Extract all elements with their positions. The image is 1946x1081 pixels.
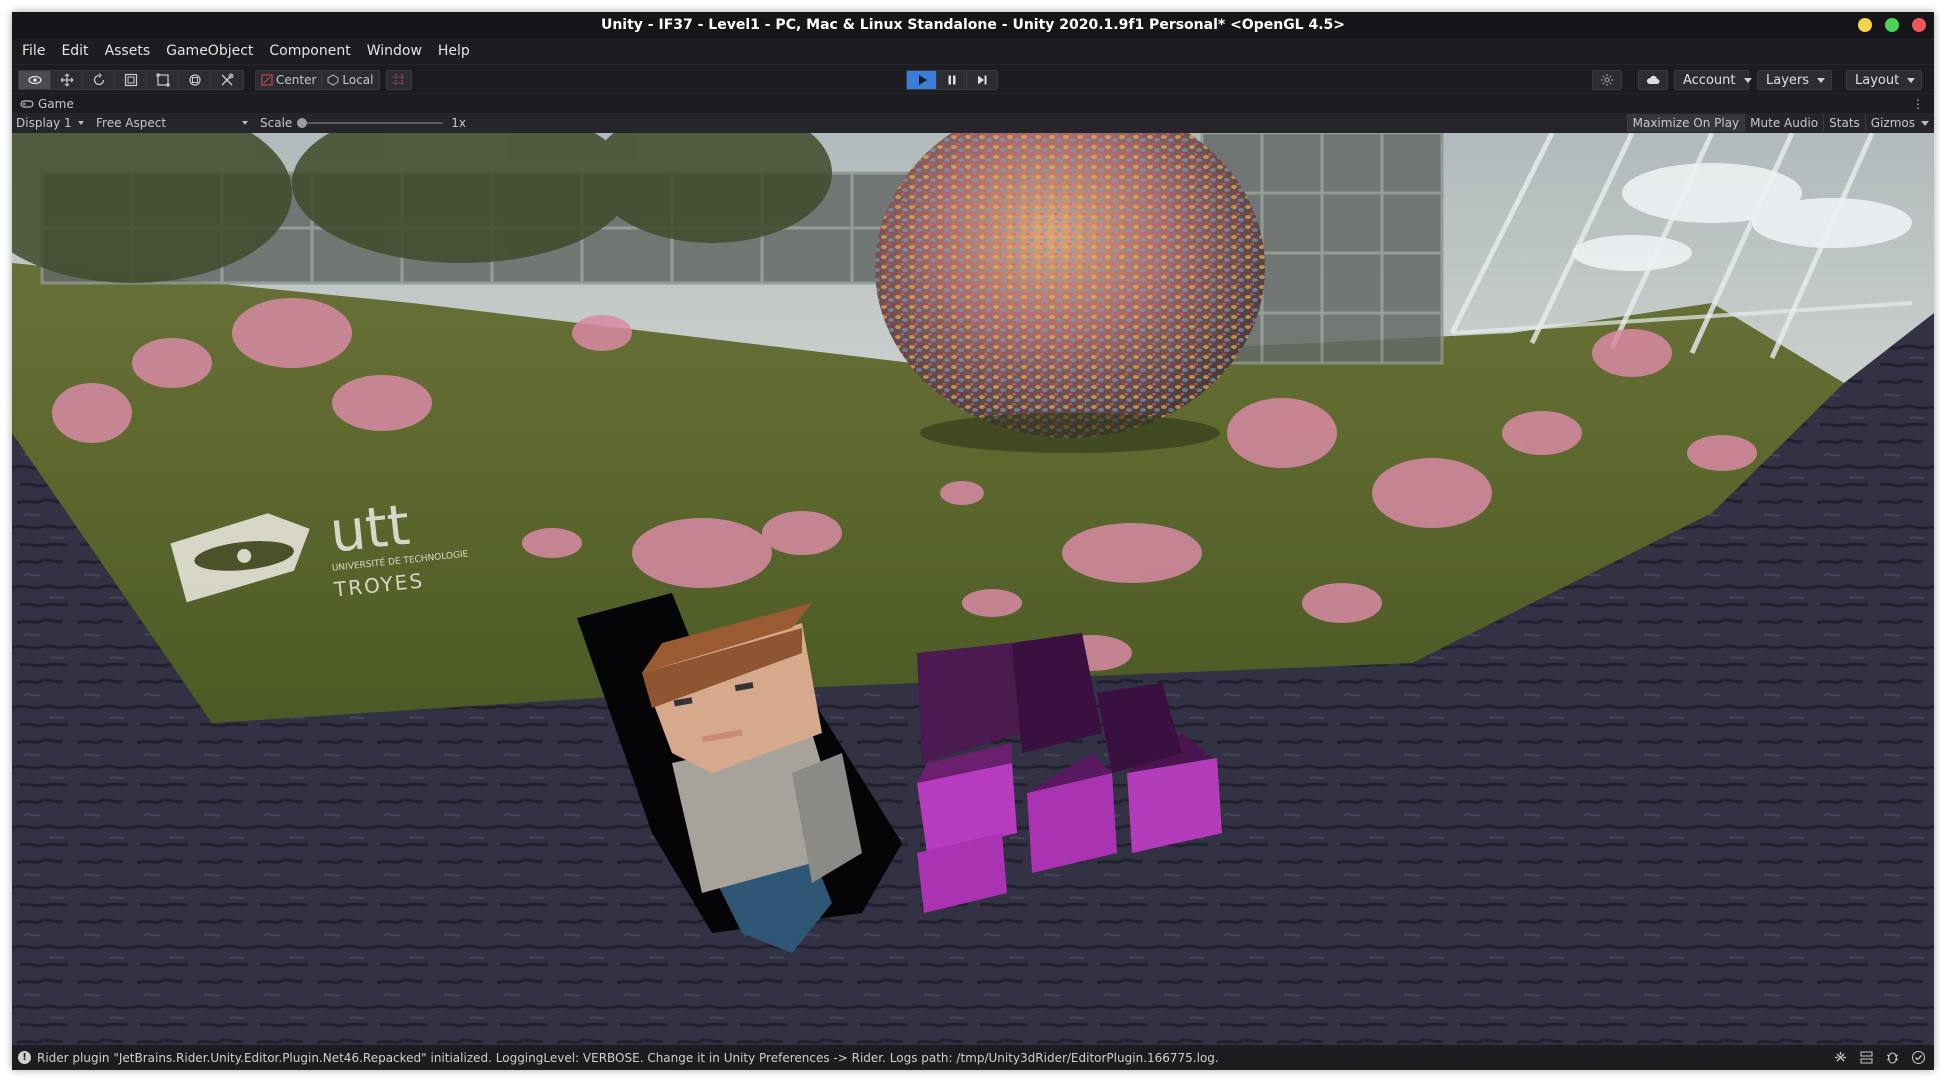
move-icon bbox=[60, 73, 73, 87]
collab-button[interactable] bbox=[1593, 71, 1621, 89]
pivot-space-toggle[interactable]: Local bbox=[322, 71, 378, 89]
status-message[interactable]: Rider plugin "JetBrains.Rider.Unity.Edit… bbox=[37, 1051, 1219, 1065]
space-label: Local bbox=[342, 73, 374, 87]
custom-tool-button[interactable] bbox=[211, 71, 243, 89]
gizmos-dropdown[interactable]: Gizmos bbox=[1864, 114, 1934, 132]
account-label: Account bbox=[1683, 72, 1736, 88]
menu-component[interactable]: Component bbox=[269, 43, 350, 59]
menu-help[interactable]: Help bbox=[438, 43, 470, 59]
cache-server-icon[interactable] bbox=[1859, 1050, 1874, 1065]
grid-snap-button[interactable] bbox=[387, 71, 411, 89]
unity-window: Unity - IF37 - Level1 - PC, Mac & Linux … bbox=[12, 12, 1934, 1070]
mute-audio-toggle[interactable]: Mute Audio bbox=[1744, 114, 1823, 132]
pause-icon bbox=[948, 75, 955, 85]
aspect-label: Free Aspect bbox=[96, 116, 167, 130]
menu-file[interactable]: File bbox=[22, 43, 45, 59]
more-options-icon[interactable]: ⋮ bbox=[1912, 97, 1924, 111]
game-viewport[interactable]: utt UNIVERSITÉ DE TECHNOLOGIE TROYES bbox=[12, 133, 1934, 1045]
chevron-down-icon bbox=[242, 121, 248, 125]
info-icon: ! bbox=[18, 1051, 31, 1064]
layers-label: Layers bbox=[1766, 72, 1810, 88]
chevron-down-icon bbox=[1743, 77, 1752, 83]
move-tool-button[interactable] bbox=[51, 71, 83, 89]
main-toolbar: Center Local Account Layers Layout bbox=[12, 64, 1934, 94]
pivot-center-toggle[interactable]: Center bbox=[256, 71, 323, 89]
rotate-tool-button[interactable] bbox=[83, 71, 115, 89]
local-space-icon bbox=[327, 74, 339, 86]
menu-gameobject[interactable]: GameObject bbox=[166, 43, 253, 59]
rotate-icon bbox=[93, 73, 104, 86]
game-view-options: Maximize On Play Mute Audio Stats Gizmos bbox=[1626, 113, 1934, 133]
utt-logo-text: utt bbox=[327, 493, 413, 566]
custom-tool-icon bbox=[221, 73, 234, 86]
collab-icon bbox=[1601, 74, 1613, 86]
menu-bar: File Edit Assets GameObject Component Wi… bbox=[12, 38, 1934, 64]
transform-icon bbox=[188, 74, 201, 86]
transform-tools bbox=[18, 70, 244, 90]
scale-icon bbox=[124, 73, 137, 87]
collab-group bbox=[1592, 70, 1622, 90]
step-button[interactable] bbox=[967, 71, 997, 89]
debug-icon[interactable] bbox=[1833, 1050, 1848, 1065]
grid-snap-group bbox=[386, 70, 412, 90]
status-icons bbox=[1833, 1050, 1926, 1065]
cloud-icon bbox=[1646, 75, 1660, 84]
close-button[interactable] bbox=[1912, 18, 1926, 32]
transform-tool-button[interactable] bbox=[179, 71, 211, 89]
game-render: utt UNIVERSITÉ DE TECHNOLOGIE TROYES bbox=[12, 133, 1934, 1045]
menu-assets[interactable]: Assets bbox=[105, 43, 151, 59]
display-label: Display 1 bbox=[16, 116, 72, 130]
window-controls bbox=[1858, 18, 1926, 32]
playmode-controls bbox=[906, 70, 998, 90]
play-icon bbox=[918, 75, 927, 85]
game-tab-label: Game bbox=[38, 97, 74, 111]
status-bar: ! Rider plugin "JetBrains.Rider.Unity.Ed… bbox=[12, 1045, 1934, 1070]
gamepad-icon bbox=[20, 100, 34, 108]
layers-dropdown[interactable]: Layers bbox=[1757, 70, 1832, 90]
menu-edit[interactable]: Edit bbox=[61, 43, 88, 59]
cloud-button[interactable] bbox=[1639, 71, 1667, 89]
game-tab-header[interactable]: Game ⋮ bbox=[12, 95, 1934, 113]
account-dropdown[interactable]: Account bbox=[1674, 70, 1752, 90]
stats-toggle[interactable]: Stats bbox=[1823, 114, 1865, 132]
view-tool-button[interactable] bbox=[19, 71, 51, 89]
scale-value: 1x bbox=[451, 116, 467, 130]
pause-button[interactable] bbox=[937, 71, 967, 89]
pivot-icon bbox=[261, 74, 273, 86]
scale-slider[interactable] bbox=[297, 118, 444, 128]
game-view-toolbar: Display 1 Free Aspect Scale 1x Maximize … bbox=[12, 113, 1934, 133]
layout-label: Layout bbox=[1855, 72, 1900, 88]
pivot-label: Center bbox=[276, 73, 317, 87]
step-icon bbox=[978, 75, 987, 85]
layout-dropdown[interactable]: Layout bbox=[1846, 70, 1922, 90]
chevron-down-icon bbox=[77, 121, 84, 125]
aspect-dropdown[interactable]: Free Aspect bbox=[92, 113, 252, 133]
scale-tool-button[interactable] bbox=[115, 71, 147, 89]
pivot-group: Center Local bbox=[255, 70, 380, 90]
gizmos-label: Gizmos bbox=[1870, 116, 1915, 130]
scale-label: Scale bbox=[260, 116, 293, 130]
eye-icon bbox=[27, 75, 42, 85]
minimize-button[interactable] bbox=[1858, 18, 1872, 32]
bug-icon[interactable] bbox=[1885, 1050, 1900, 1065]
play-button[interactable] bbox=[907, 71, 937, 89]
chevron-down-icon bbox=[1907, 77, 1916, 83]
maximize-on-play-toggle[interactable]: Maximize On Play bbox=[1626, 114, 1745, 132]
display-dropdown[interactable]: Display 1 bbox=[12, 113, 92, 133]
title-bar: Unity - IF37 - Level1 - PC, Mac & Linux … bbox=[12, 12, 1934, 38]
maximize-button[interactable] bbox=[1885, 18, 1899, 32]
check-icon[interactable] bbox=[1911, 1050, 1926, 1065]
chevron-down-icon bbox=[1921, 120, 1929, 126]
menu-window[interactable]: Window bbox=[367, 43, 422, 59]
rect-icon bbox=[156, 73, 169, 87]
scale-slider-knob[interactable] bbox=[297, 118, 308, 128]
window-title: Unity - IF37 - Level1 - PC, Mac & Linux … bbox=[600, 17, 1346, 33]
rect-tool-button[interactable] bbox=[147, 71, 179, 89]
cloud-group bbox=[1638, 70, 1668, 90]
grid-snap-icon bbox=[393, 74, 405, 86]
chevron-down-icon bbox=[1817, 77, 1826, 83]
